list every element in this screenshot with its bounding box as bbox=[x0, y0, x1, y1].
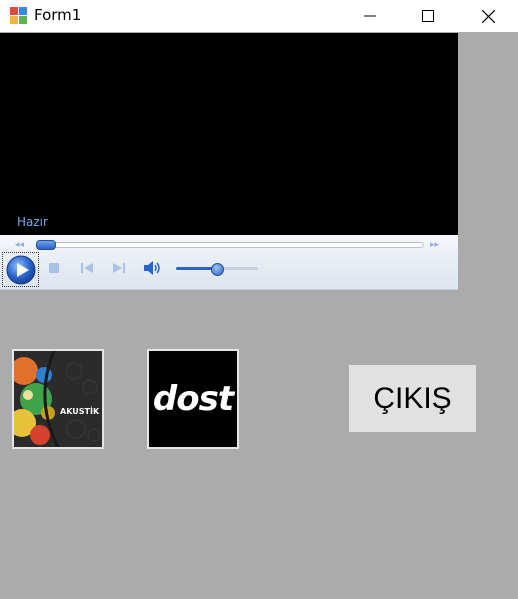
stop-icon[interactable] bbox=[48, 262, 60, 274]
seek-thumb[interactable] bbox=[36, 240, 56, 250]
player-status: Hazır bbox=[17, 215, 48, 229]
form-icon bbox=[10, 7, 27, 24]
window-title: Form1 bbox=[34, 6, 82, 24]
previous-icon[interactable] bbox=[80, 262, 94, 274]
video-area[interactable]: Hazır bbox=[0, 33, 458, 235]
seek-bar[interactable] bbox=[36, 242, 424, 248]
akustik-artwork bbox=[14, 351, 102, 447]
minimize-button[interactable] bbox=[341, 0, 399, 32]
volume-icon[interactable] bbox=[143, 260, 163, 276]
close-icon bbox=[481, 9, 495, 23]
akustik-label: AKUSTİK bbox=[60, 407, 100, 416]
next-icon[interactable] bbox=[112, 262, 126, 274]
play-icon bbox=[6, 255, 35, 284]
minimize-icon bbox=[364, 15, 376, 17]
play-button[interactable] bbox=[2, 252, 39, 287]
media-player[interactable]: Hazır ◂◂ ▸▸ bbox=[0, 33, 458, 290]
maximize-icon bbox=[422, 10, 434, 22]
rewind-icon[interactable]: ◂◂ bbox=[15, 239, 24, 250]
player-controls: ◂◂ ▸▸ bbox=[0, 235, 458, 290]
close-button[interactable] bbox=[458, 0, 518, 32]
title-bar: Form1 bbox=[0, 0, 518, 32]
dost-logo: dost bbox=[152, 379, 234, 419]
dost-album-thumbnail[interactable]: dost bbox=[147, 349, 239, 449]
volume-thumb[interactable] bbox=[211, 263, 224, 276]
akustik-album-thumbnail[interactable]: AKUSTİK bbox=[12, 349, 104, 449]
maximize-button[interactable] bbox=[399, 0, 457, 32]
exit-button[interactable]: ÇIKIŞ bbox=[348, 364, 477, 433]
fast-forward-icon[interactable]: ▸▸ bbox=[430, 239, 439, 250]
